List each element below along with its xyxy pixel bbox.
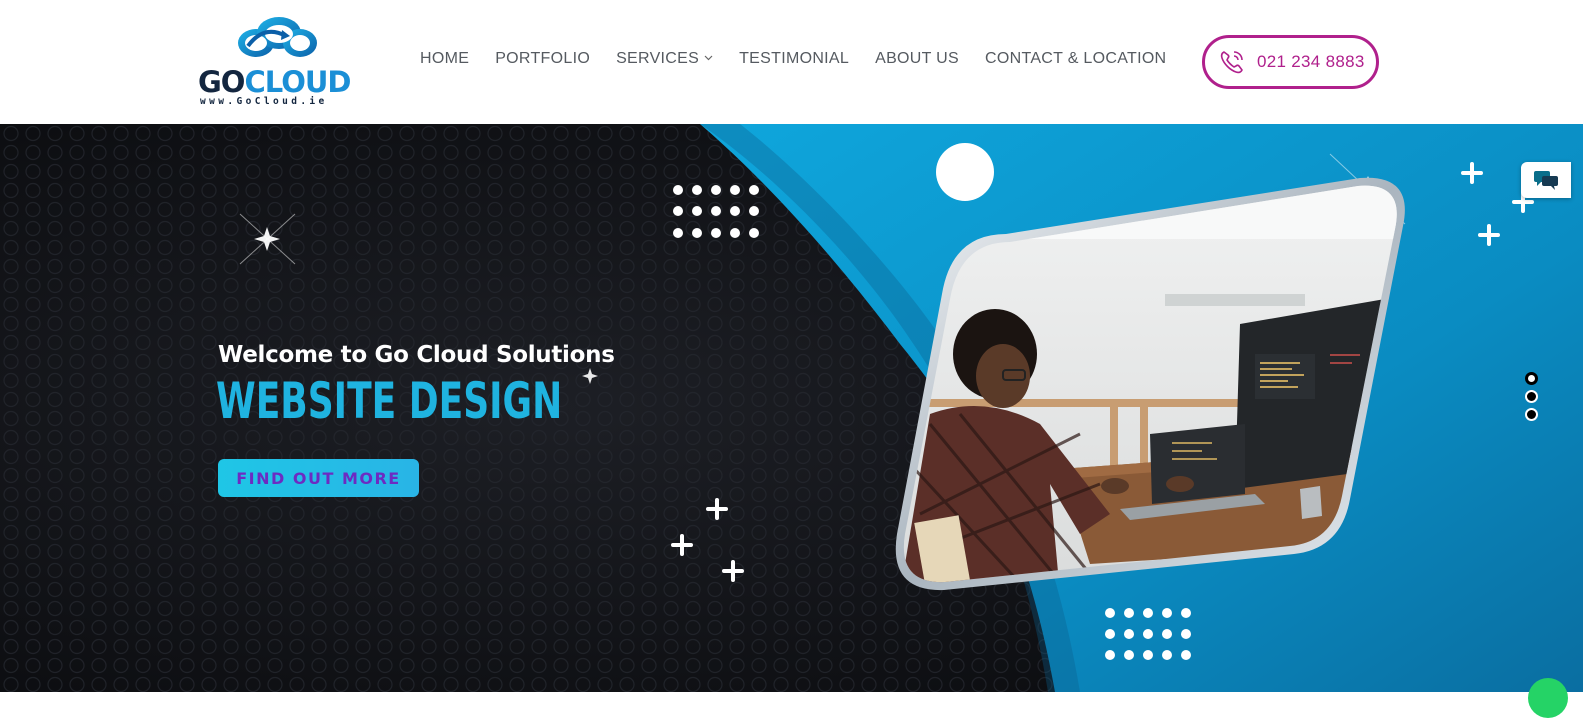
main-nav: HOME PORTFOLIO SERVICES TESTIMONIAL ABOU…	[420, 50, 1192, 68]
nav-about-us[interactable]: ABOUT US	[875, 50, 959, 68]
slider-pagination	[1525, 372, 1538, 426]
whatsapp-button[interactable]	[1528, 678, 1568, 718]
logo-wordmark: GOCLOUD	[198, 65, 351, 99]
nav-services-label: SERVICES	[616, 50, 700, 67]
chat-widget-button[interactable]	[1521, 162, 1571, 198]
nav-portfolio[interactable]: PORTFOLIO	[495, 50, 590, 68]
logo-url: www.GoCloud.ie	[200, 96, 328, 107]
site-header: GOCLOUD www.GoCloud.ie HOME PORTFOLIO SE…	[0, 0, 1583, 124]
slide-dot-1[interactable]	[1525, 372, 1538, 385]
nav-portfolio-label: PORTFOLIO	[495, 50, 591, 67]
nav-about-label: ABOUT US	[875, 50, 959, 67]
nav-home-label: HOME	[420, 50, 470, 67]
chevron-down-icon	[704, 53, 713, 64]
gocloud-logo[interactable]: GOCLOUD www.GoCloud.ie	[198, 16, 358, 108]
chat-bubbles-icon	[1534, 171, 1558, 190]
find-out-more-button[interactable]: FIND OUT MORE	[218, 459, 419, 497]
hero-headline: WEBSITE DESIGN	[216, 372, 563, 430]
nav-testimonial-label: TESTIMONIAL	[739, 50, 850, 67]
find-out-more-label: FIND OUT MORE	[236, 468, 401, 488]
phone-button[interactable]: 021 234 8883	[1202, 35, 1379, 89]
cloud-logo-icon	[238, 17, 317, 57]
nav-testimonial[interactable]: TESTIMONIAL	[739, 50, 849, 68]
slide-dot-2[interactable]	[1525, 390, 1538, 403]
logo-go: GO	[198, 65, 245, 99]
slide-dot-3[interactable]	[1525, 408, 1538, 421]
nav-contact-label: CONTACT & LOCATION	[985, 50, 1167, 67]
phone-number: 021 234 8883	[1257, 52, 1365, 71]
hero-welcome-text: Welcome to Go Cloud Solutions	[218, 342, 615, 368]
hero-slider: Welcome to Go Cloud Solutions WEBSITE DE…	[0, 124, 1583, 692]
nav-contact-location[interactable]: CONTACT & LOCATION	[985, 50, 1166, 68]
logo-cloud-text: CLOUD	[244, 65, 351, 99]
phone-icon	[1220, 51, 1243, 74]
nav-services[interactable]: SERVICES	[616, 50, 713, 68]
nav-home[interactable]: HOME	[420, 50, 469, 68]
